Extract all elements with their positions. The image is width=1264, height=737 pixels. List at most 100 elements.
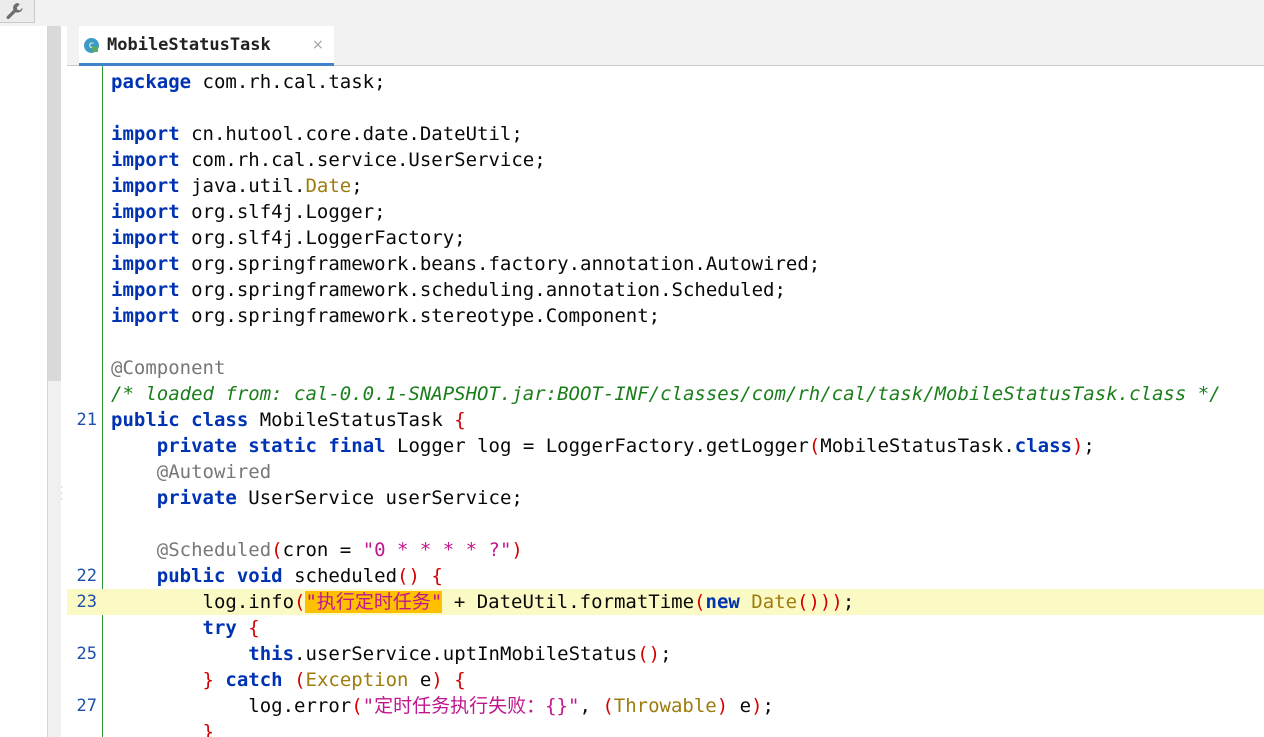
code-token: ;	[1083, 435, 1095, 457]
code-token: log.info	[111, 591, 295, 613]
code-token: package	[111, 71, 192, 93]
code-text: /* loaded from: cal-0.0.1-SNAPSHOT.jar:B…	[111, 381, 1221, 407]
line-number: 21	[76, 410, 97, 430]
code-line[interactable]: 21 public class MobileStatusTask {	[67, 407, 1264, 433]
code-token: MobileStatusTask	[248, 409, 455, 431]
code-token: import	[111, 149, 180, 171]
tab-mobile-status-task[interactable]: c MobileStatusTask ×	[79, 26, 334, 66]
code-line[interactable]: try {	[67, 615, 1264, 641]
code-line[interactable]: private static final Logger log = Logger…	[67, 433, 1264, 459]
left-panel-scrollbar[interactable]	[48, 26, 61, 737]
code-token: (	[294, 669, 306, 691]
code-line[interactable]: private UserService userService;	[67, 485, 1264, 511]
code-line[interactable]: import com.rh.cal.service.UserService;	[67, 147, 1264, 173]
code-token: import	[111, 279, 180, 301]
code-token: ()	[637, 643, 661, 665]
code-token: /* loaded from: cal-0.0.1-SNAPSHOT.jar:B…	[111, 383, 1221, 405]
code-token: void	[236, 565, 283, 587]
code-text: @Scheduled(cron = "0 * * * * ?")	[111, 537, 523, 563]
code-token: )	[1071, 435, 1084, 457]
code-text: import org.slf4j.Logger;	[111, 199, 386, 225]
code-token: cn.hutool.core.date.DateUtil;	[179, 123, 523, 145]
code-token: )	[716, 695, 729, 717]
code-line[interactable]: import java.util.Date;	[67, 173, 1264, 199]
code-line[interactable]: import org.springframework.stereotype.Co…	[67, 303, 1264, 329]
code-token: ;	[660, 643, 672, 665]
code-token: ()	[397, 565, 420, 587]
code-text: import com.rh.cal.service.UserService;	[111, 147, 546, 173]
code-text: log.info("执行定时任务" + DateUtil.formatTime(…	[111, 589, 854, 615]
code-token: Logger log = LoggerFactory.getLogger	[385, 435, 809, 457]
code-text: private static final Logger log = Logger…	[111, 433, 1095, 459]
code-text: @Autowired	[111, 459, 271, 485]
code-token: public	[111, 409, 180, 431]
code-token: ;	[842, 591, 855, 613]
code-line[interactable]: 22 public void scheduled() {	[67, 563, 1264, 589]
splitter-handle[interactable]: · · ·	[60, 485, 64, 505]
code-text: public void scheduled() {	[111, 563, 443, 589]
code-text: import org.springframework.scheduling.an…	[111, 277, 786, 303]
code-token: ;	[351, 175, 363, 197]
code-line[interactable]: }	[67, 719, 1264, 737]
code-line[interactable]: @Component	[67, 355, 1264, 381]
code-token: e	[408, 669, 432, 691]
code-token: UserService userService;	[236, 487, 523, 509]
code-line[interactable]: @Scheduled(cron = "0 * * * * ?")	[67, 537, 1264, 563]
code-line[interactable]: 27 log.error("定时任务执行失败：{}", (Throwable) …	[67, 693, 1264, 719]
wrench-icon	[6, 3, 23, 20]
code-token: )	[751, 695, 763, 717]
editor-tab-bar: c MobileStatusTask ×	[67, 26, 1264, 66]
tab-label: MobileStatusTask	[107, 35, 271, 55]
code-text: try {	[111, 615, 260, 641]
code-token: import	[111, 227, 180, 249]
code-token: org.slf4j.LoggerFactory;	[179, 227, 466, 249]
code-line[interactable]: import org.springframework.scheduling.an…	[67, 277, 1264, 303]
code-token: "执行定时任务"	[305, 591, 443, 613]
close-icon[interactable]: ×	[312, 35, 324, 55]
code-text: import cn.hutool.core.date.DateUtil;	[111, 121, 523, 147]
code-token: static	[248, 435, 317, 457]
top-toolbar	[0, 0, 1264, 26]
code-text: import java.util.Date;	[111, 173, 363, 199]
code-text: private UserService userService;	[111, 485, 523, 511]
code-line[interactable]: import org.springframework.beans.factory…	[67, 251, 1264, 277]
code-line[interactable]: import org.slf4j.Logger;	[67, 199, 1264, 225]
code-line[interactable]: } catch (Exception e) {	[67, 667, 1264, 693]
wrench-tool-button[interactable]	[0, 0, 35, 23]
code-token: {	[454, 669, 466, 691]
code-token: @Scheduled	[156, 539, 272, 561]
code-token: MobileStatusTask.	[820, 435, 1015, 457]
code-token: com.rh.cal.service.UserService;	[179, 149, 546, 171]
code-token: @Autowired	[156, 461, 272, 483]
code-line[interactable]: 23 log.info("执行定时任务" + DateUtil.formatTi…	[67, 589, 1264, 615]
code-text: @Component	[111, 355, 225, 381]
code-editor[interactable]: package com.rh.cal.task; import cn.hutool…	[67, 66, 1264, 737]
code-line[interactable]: import org.slf4j.LoggerFactory;	[67, 225, 1264, 251]
code-token: public	[156, 565, 226, 587]
code-line[interactable]: @Autowired	[67, 459, 1264, 485]
code-line[interactable]	[67, 329, 1264, 355]
code-line[interactable]: 25 this.userService.uptInMobileStatus();	[67, 641, 1264, 667]
code-line[interactable]: import cn.hutool.core.date.DateUtil;	[67, 121, 1264, 147]
line-number: 23	[76, 592, 97, 612]
code-token: {	[248, 617, 260, 639]
code-line[interactable]: /* loaded from: cal-0.0.1-SNAPSHOT.jar:B…	[67, 381, 1264, 407]
code-line[interactable]	[67, 511, 1264, 537]
code-token: import	[111, 175, 180, 197]
code-token: }	[202, 721, 214, 737]
code-line[interactable]: package com.rh.cal.task;	[67, 69, 1264, 95]
code-token: new	[705, 591, 740, 613]
scrollbar-thumb[interactable]	[48, 26, 61, 381]
code-line[interactable]	[67, 95, 1264, 121]
code-token: org.springframework.scheduling.annotatio…	[179, 279, 786, 301]
code-token: e	[728, 695, 752, 717]
